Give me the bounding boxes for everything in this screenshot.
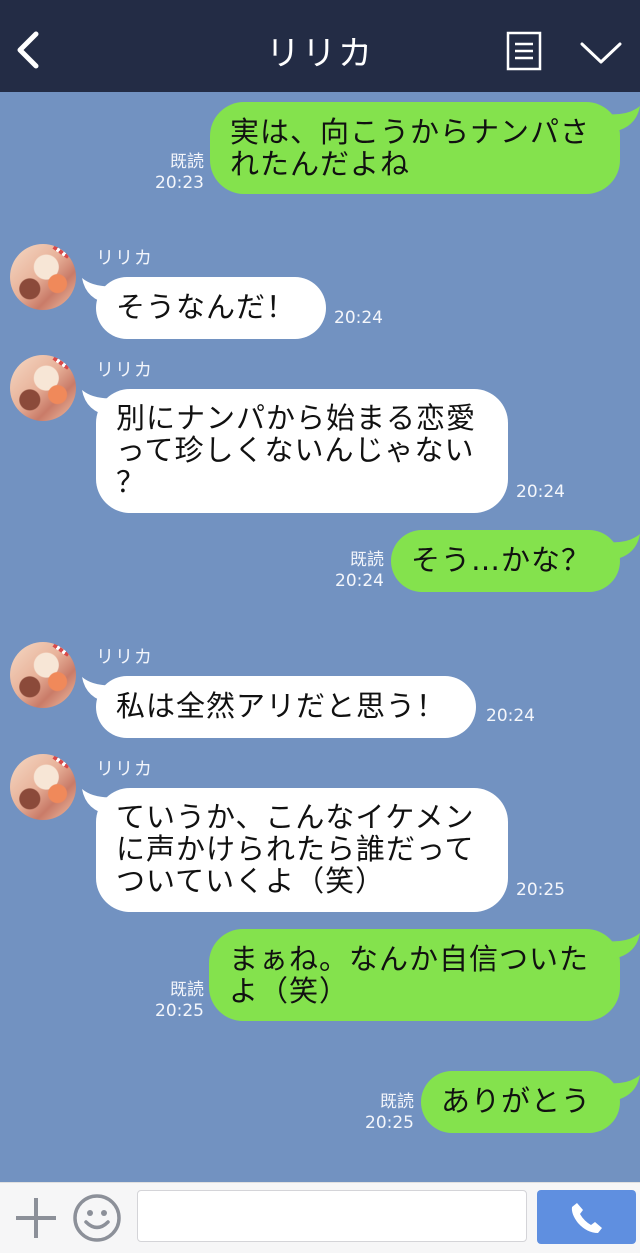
smiley-icon[interactable] <box>72 1193 122 1243</box>
received-message-bubble[interactable]: そうなんだ！ <box>96 277 326 339</box>
message-time: 20:23 <box>155 173 204 193</box>
sent-message-bubble[interactable]: そう…かな？ <box>391 530 620 592</box>
read-receipt: 既読 <box>350 550 384 570</box>
sender-name: リリカ <box>96 647 153 668</box>
bubble-tail <box>606 106 640 132</box>
phone-icon <box>571 1203 602 1233</box>
message-time: 20:25 <box>155 1001 204 1021</box>
message-time: 20:24 <box>335 571 384 591</box>
sender-name: リリカ <box>96 248 153 269</box>
read-receipt: 既読 <box>170 980 204 1000</box>
read-receipt: 既読 <box>170 152 204 172</box>
avatar[interactable] <box>10 754 76 820</box>
chat-header: リリカ <box>0 0 640 92</box>
message-meta: 既読 20:23 <box>150 152 204 194</box>
received-message-bubble[interactable]: 私は全然アリだと思う！ <box>96 676 476 738</box>
message-composer <box>0 1182 640 1253</box>
document-menu-icon[interactable] <box>506 31 542 71</box>
sent-message-bubble[interactable]: ありがとう <box>421 1071 620 1133</box>
chat-title: リリカ <box>266 34 374 74</box>
received-message-bubble[interactable]: ていうか、こんなイケメン に声かけられたら誰だって ついていくよ（笑） <box>96 788 508 912</box>
message-time: 20:24 <box>486 706 535 726</box>
avatar[interactable] <box>10 642 76 708</box>
received-message-bubble[interactable]: 別にナンパから始まる恋愛 って珍しくないんじゃない ？ <box>96 389 508 513</box>
message-meta: 既読 20:25 <box>150 980 204 1022</box>
read-receipt: 既読 <box>380 1092 414 1112</box>
avatar[interactable] <box>10 244 76 310</box>
message-time: 20:24 <box>516 482 565 502</box>
sender-name: リリカ <box>96 360 153 381</box>
avatar[interactable] <box>10 355 76 421</box>
message-meta: 既読 20:24 <box>330 550 384 592</box>
message-time: 20:25 <box>365 1113 414 1133</box>
sent-message-bubble[interactable]: 実は、向こうからナンパさ れたんだよね <box>210 102 620 194</box>
sender-name: リリカ <box>96 759 153 780</box>
message-time: 20:25 <box>516 880 565 900</box>
message-meta: 既読 20:25 <box>360 1092 414 1134</box>
bubble-tail <box>606 933 640 959</box>
message-input[interactable] <box>137 1190 527 1242</box>
sent-message-bubble[interactable]: まぁね。なんか自信ついた よ（笑） <box>209 929 620 1021</box>
call-button[interactable] <box>537 1190 636 1244</box>
message-time: 20:24 <box>334 308 383 328</box>
plus-icon[interactable] <box>14 1196 58 1240</box>
bubble-tail <box>606 534 640 560</box>
message-list[interactable]: 既読 20:23 実は、向こうからナンパさ れたんだよね リリカ そうなんだ！ … <box>0 92 640 1182</box>
bubble-tail <box>606 1075 640 1101</box>
chevron-down-icon[interactable] <box>580 40 622 66</box>
